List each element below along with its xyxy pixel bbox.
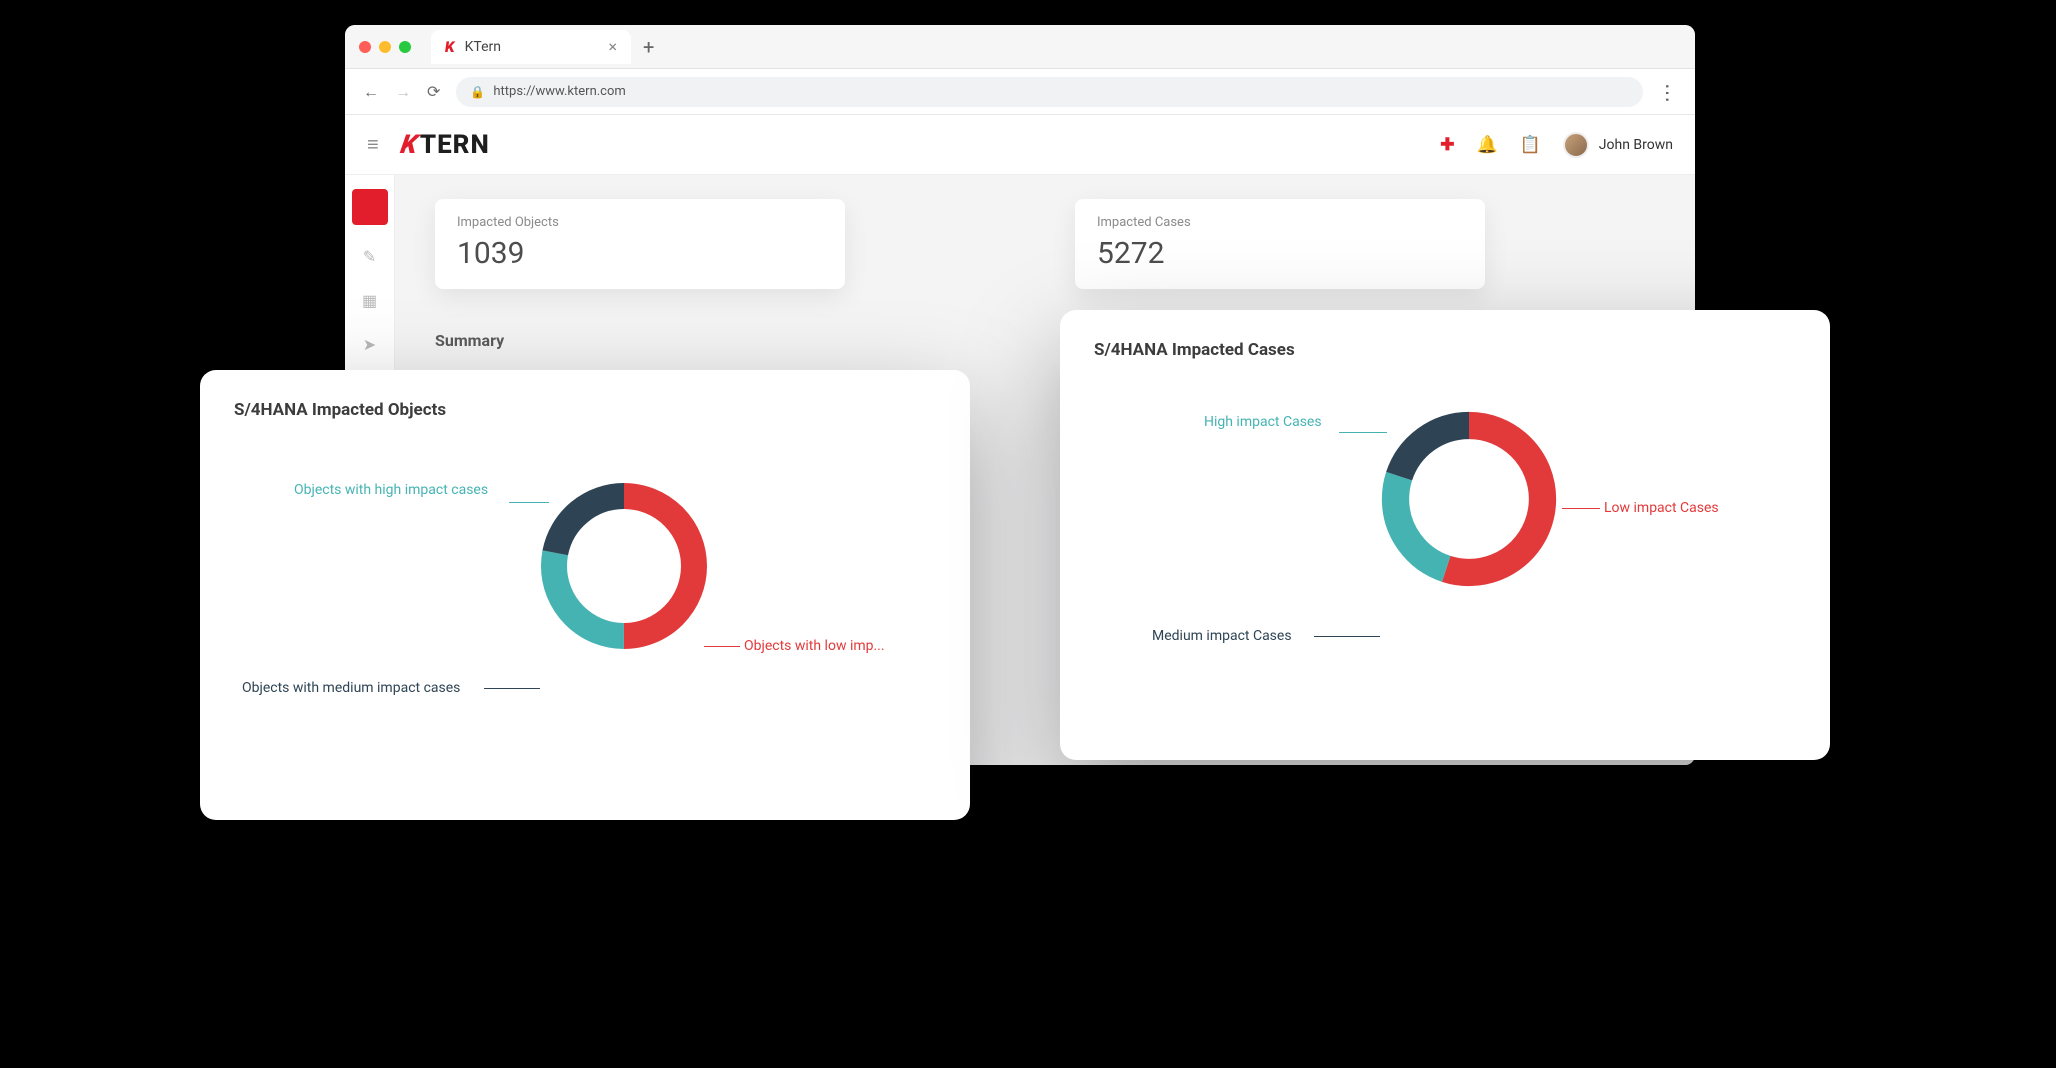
new-tab-button[interactable]: + [643, 35, 654, 59]
close-window-icon[interactable] [359, 41, 371, 53]
forward-icon[interactable]: → [395, 82, 411, 102]
legend-low-impact: Objects with low imp... [744, 638, 885, 654]
user-name: John Brown [1599, 137, 1673, 153]
card-impacted-cases: S/4HANA Impacted Cases High impact Cases… [1060, 310, 1830, 760]
tab-title: KTern [465, 39, 501, 55]
metric-label: Impacted Cases [1097, 215, 1463, 230]
back-icon[interactable]: ← [363, 82, 379, 102]
reload-icon[interactable]: ⟳ [427, 82, 440, 101]
sidebar-item-apps[interactable]: ▦ [357, 287, 383, 313]
sidebar-item-home[interactable] [352, 189, 388, 225]
url-bar: ← → ⟳ 🔒 https://www.ktern.com ⋯ [345, 69, 1695, 115]
chart-title: S/4HANA Impacted Cases [1094, 340, 1796, 360]
metric-label: Impacted Objects [457, 215, 823, 230]
browser-tab[interactable]: K KTern × [431, 30, 631, 64]
donut-chart-objects: Objects with high impact cases Objects w… [234, 430, 936, 790]
window-controls[interactable] [359, 41, 411, 53]
metric-value: 1039 [457, 236, 823, 271]
chart-title: S/4HANA Impacted Objects [234, 400, 936, 420]
donut-svg [1364, 394, 1574, 604]
legend-medium-impact: Medium impact Cases [1152, 628, 1292, 644]
brand-mark: K [398, 130, 420, 160]
user-menu[interactable]: John Brown [1563, 132, 1673, 158]
legend-medium-impact: Objects with medium impact cases [242, 680, 460, 696]
legend-high-impact: High impact Cases [1204, 414, 1322, 430]
metric-value: 5272 [1097, 236, 1463, 271]
card-impacted-objects: S/4HANA Impacted Objects Objects with hi… [200, 370, 970, 820]
brand-name: TERN [420, 130, 490, 160]
add-icon[interactable]: ✚ [1440, 135, 1454, 155]
lock-icon: 🔒 [470, 85, 485, 99]
close-tab-icon[interactable]: × [608, 37, 617, 56]
donut-chart-cases: High impact Cases Medium impact Cases Lo… [1094, 370, 1796, 730]
sidebar-item-edit[interactable]: ✎ [357, 243, 383, 269]
metric-impacted-objects: Impacted Objects 1039 [435, 199, 845, 289]
app-header: ≡ K TERN ✚ 🔔 📋 John Brown [345, 115, 1695, 175]
avatar [1563, 132, 1589, 158]
address-bar[interactable]: 🔒 https://www.ktern.com [456, 77, 1643, 107]
favicon-icon: K [444, 38, 456, 56]
browser-menu-icon[interactable]: ⋯ [1656, 83, 1680, 101]
maximize-window-icon[interactable] [399, 41, 411, 53]
brand-logo[interactable]: K TERN [401, 130, 490, 160]
sidebar-item-send[interactable]: ➤ [357, 331, 383, 357]
metric-impacted-cases: Impacted Cases 5272 [1075, 199, 1485, 289]
url-text: https://www.ktern.com [493, 84, 625, 99]
minimize-window-icon[interactable] [379, 41, 391, 53]
menu-icon[interactable]: ≡ [367, 132, 379, 157]
donut-svg [524, 466, 724, 666]
tab-strip: K KTern × + [345, 25, 1695, 69]
calendar-icon[interactable]: 📋 [1520, 135, 1541, 155]
legend-high-impact: Objects with high impact cases [294, 482, 488, 498]
legend-low-impact: Low impact Cases [1604, 500, 1719, 516]
notification-icon[interactable]: 🔔 [1476, 135, 1497, 155]
